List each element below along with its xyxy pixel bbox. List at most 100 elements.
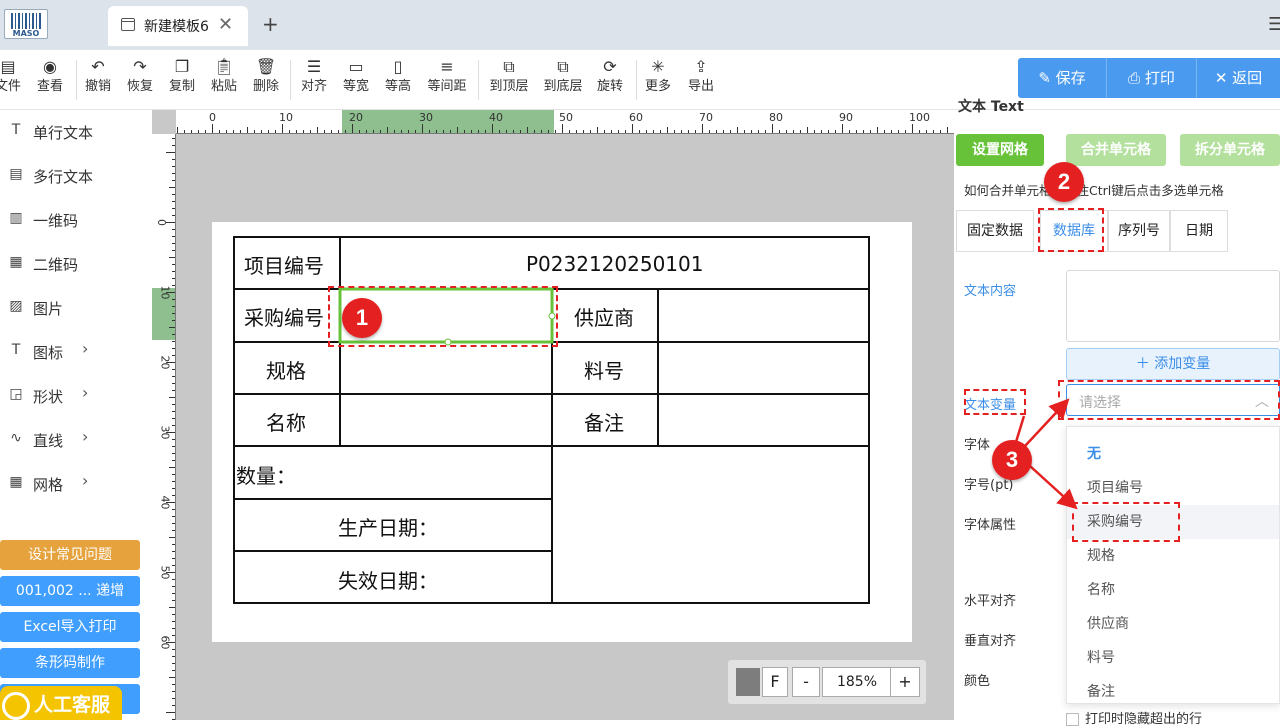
ruler-tick — [172, 495, 175, 496]
excel-import-button[interactable]: Excel导入打印 — [0, 612, 140, 642]
zoom-in-button[interactable]: + — [890, 667, 920, 697]
ruler-tick — [172, 194, 175, 195]
option-note[interactable]: 备注 — [1067, 675, 1279, 703]
component-single-line-text[interactable]: T 单行文本 — [0, 110, 152, 154]
ruler-label: 10 — [279, 111, 293, 124]
ruler-label: 20 — [158, 355, 172, 370]
ruler-tick — [172, 523, 175, 524]
ruler-tick — [331, 130, 332, 133]
label-page[interactable]: 项目编号 P0232120250101 采购编号 供应商 规格 料号 名称 备注… — [212, 222, 912, 642]
ruler-label: 20 — [349, 111, 363, 124]
vertical-ruler: 0 10 20 30 40 50 60 — [152, 134, 176, 720]
ruler-tick — [172, 383, 175, 384]
ruler-tick — [212, 124, 213, 133]
component-barcode[interactable]: ▥ 一维码 — [0, 198, 152, 242]
annotation-badge-3: 3 — [992, 440, 1032, 480]
component-multi-line-text[interactable]: ▤ 多行文本 — [0, 154, 152, 198]
copy-button[interactable]: ❐ 复制 — [166, 56, 198, 104]
close-tab-icon[interactable]: ✕ — [218, 14, 233, 35]
ruler-tick — [870, 130, 871, 133]
undo-button[interactable]: ↶ 撤销 — [82, 56, 114, 104]
delete-button[interactable]: 🗑︎ 删除 — [250, 56, 282, 104]
paste-button[interactable]: 📋︎ 粘贴 — [208, 56, 240, 104]
send-back-icon: ⧉ — [557, 57, 569, 76]
component-line[interactable]: ∿ 直线 › — [0, 418, 152, 462]
option-none[interactable]: 无 — [1067, 437, 1279, 471]
equal-spacing-button[interactable]: ≡ 等间距 — [424, 56, 470, 104]
tab-new-template-6[interactable]: 新建模板6 ✕ — [108, 6, 248, 46]
merge-hint: 如何合并单元格：按住Ctrl键后点击多选单元格 — [964, 183, 1224, 198]
add-variable-button[interactable]: ＋ 添加变量 — [1066, 348, 1280, 380]
ruler-label: 30 — [419, 111, 433, 124]
background-color-swatch[interactable] — [736, 668, 760, 696]
zoom-out-button[interactable]: - — [792, 667, 820, 697]
tab-bar: MASO 新建模板6 ✕ + ☰ — [0, 0, 1280, 50]
component-qrcode[interactable]: ▦ 二维码 — [0, 242, 152, 286]
ruler-tick — [172, 656, 175, 657]
ruler-tick — [172, 285, 175, 286]
undo-icon: ↶ — [91, 57, 105, 76]
ruler-tick — [660, 130, 661, 133]
component-grid[interactable]: ▦ 网格 › — [0, 462, 152, 506]
ruler-tick — [394, 130, 395, 133]
split-cells-button[interactable]: 拆分单元格 — [1180, 134, 1280, 166]
ruler-tick — [254, 130, 255, 133]
barcode-making-button[interactable]: 条形码制作 — [0, 648, 140, 678]
ruler-tick — [184, 130, 185, 133]
component-shape[interactable]: ◲ 形状 › — [0, 374, 152, 418]
panel-header-fragment: 文本 Text — [958, 99, 1024, 114]
add-tab-button[interactable]: + — [262, 12, 279, 36]
ruler-tick — [765, 130, 766, 133]
ruler-tick — [172, 635, 175, 636]
ruler-tick — [639, 130, 640, 133]
option-part-no[interactable]: 料号 — [1067, 641, 1279, 675]
ruler-tick — [891, 130, 892, 133]
ruler-tick — [172, 418, 175, 419]
component-icon[interactable]: T 图标 › — [0, 330, 152, 374]
save-button[interactable]: ✎ 保存 — [1018, 58, 1106, 98]
equal-height-button[interactable]: ▯ 等高 — [382, 56, 414, 104]
window-menu-icon[interactable]: ☰ — [1268, 14, 1280, 35]
ruler-tick — [947, 127, 948, 133]
fit-button[interactable]: F — [762, 667, 788, 697]
set-grid-button[interactable]: 设置网格 — [956, 134, 1044, 166]
hide-overflow-checkbox[interactable]: 打印时隐藏超出的行 — [1066, 708, 1202, 727]
text-content-input[interactable] — [1066, 270, 1280, 342]
h-align-label: 水平对齐 — [964, 594, 1017, 609]
customer-service-button[interactable]: 人工客服 — [0, 686, 122, 720]
align-button[interactable]: ☰ 对齐 — [298, 56, 330, 104]
ruler-tick — [373, 130, 374, 133]
rotate-button[interactable]: ⟳ 旋转 — [594, 56, 626, 104]
tab-fixed-data[interactable]: 固定数据 — [956, 210, 1034, 252]
ruler-tick — [506, 130, 507, 133]
ruler-tick — [611, 130, 612, 133]
print-button[interactable]: ⎙ 打印 — [1107, 58, 1196, 98]
ruler-tick — [933, 130, 934, 133]
option-spec[interactable]: 规格 — [1067, 539, 1279, 573]
tab-date[interactable]: 日期 — [1170, 210, 1228, 252]
ruler-tick — [172, 474, 175, 475]
option-project-no[interactable]: 项目编号 — [1067, 471, 1279, 505]
tab-serial-number[interactable]: 序列号 — [1108, 210, 1170, 252]
redo-button[interactable]: ↷ 恢复 — [124, 56, 156, 104]
view-button[interactable]: ◉ 查看 — [34, 56, 66, 104]
component-image[interactable]: ▨ 图片 — [0, 286, 152, 330]
template-icon — [121, 18, 135, 31]
faq-button[interactable]: 设计常见问题 — [0, 540, 140, 570]
option-name[interactable]: 名称 — [1067, 573, 1279, 607]
bring-to-top-button[interactable]: ⧉ 到顶层 — [486, 56, 532, 104]
increment-button[interactable]: 001,002 ... 递增 — [0, 576, 140, 606]
option-supplier[interactable]: 供应商 — [1067, 607, 1279, 641]
merge-cells-button[interactable]: 合并单元格 — [1066, 134, 1166, 166]
file-button[interactable]: ▤ 文件 — [0, 56, 22, 104]
ruler-tick — [172, 243, 175, 244]
back-button[interactable]: ✕ 返回 — [1197, 58, 1280, 98]
ruler-tick — [751, 130, 752, 133]
more-button[interactable]: ✳ 更多 — [642, 56, 674, 104]
ruler-tick — [172, 313, 175, 314]
equal-width-button[interactable]: ▭ 等宽 — [340, 56, 372, 104]
ruler-tick — [786, 130, 787, 133]
send-to-bottom-button[interactable]: ⧉ 到底层 — [540, 56, 586, 104]
export-button[interactable]: ⇪ 导出 — [685, 56, 717, 104]
ruler-tick — [172, 670, 175, 671]
